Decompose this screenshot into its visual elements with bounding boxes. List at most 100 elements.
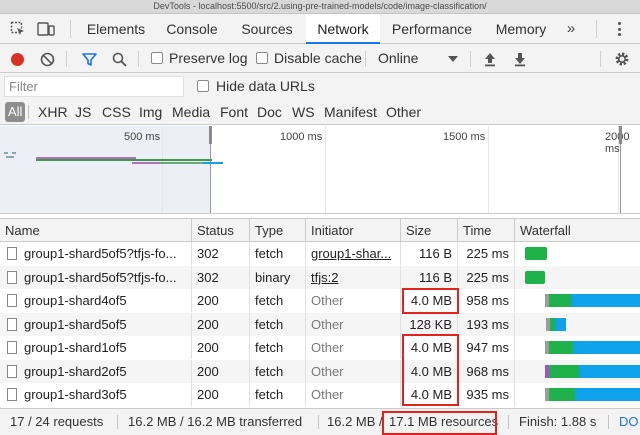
type-filter-ws[interactable]: WS — [292, 102, 315, 122]
type-filter-media[interactable]: Media — [172, 102, 210, 122]
status-bar: 17 / 24 requests 16.2 MB / 16.2 MB trans… — [0, 408, 640, 435]
file-icon — [7, 294, 17, 307]
disable-cache-label[interactable]: Disable cache — [274, 44, 362, 73]
request-name: group1-shard2of5 — [24, 363, 127, 379]
tab-performance[interactable]: Performance — [386, 14, 478, 44]
tab-memory[interactable]: Memory — [488, 14, 554, 44]
name-cell: group1-shard1of5 — [0, 336, 192, 359]
download-icon — [515, 52, 525, 66]
table-row[interactable]: group1-shard5of5?tfjs-fo... 302 binary t… — [0, 265, 640, 289]
chevron-down-icon — [448, 56, 458, 62]
inspect-element-icon[interactable] — [8, 19, 28, 39]
filter-toggle-button[interactable] — [78, 48, 100, 70]
hide-data-urls-checkbox[interactable] — [197, 80, 209, 92]
file-icon — [7, 388, 17, 401]
size-cell: 4.0 MB — [401, 336, 458, 359]
time-cell: 958 ms — [458, 289, 515, 312]
waterfall-bar — [549, 388, 575, 401]
name-cell: group1-shard2of5 — [0, 359, 192, 383]
type-separator — [28, 105, 29, 119]
waterfall-download-bar — [571, 294, 640, 307]
type-filter-js[interactable]: JS — [75, 102, 91, 122]
type-filter-other[interactable]: Other — [386, 102, 421, 122]
type-cell: fetch — [250, 383, 306, 406]
overview-selection-handle[interactable] — [619, 126, 622, 144]
tab-console[interactable]: Console — [156, 14, 228, 44]
tab-elements[interactable]: Elements — [80, 14, 152, 44]
overview-tick-label: 1500 ms — [443, 131, 486, 143]
toolbar-separator — [600, 51, 601, 67]
overview-request-bar — [12, 152, 16, 154]
initiator-link[interactable]: tfjs:2 — [306, 265, 401, 289]
more-tabs-button[interactable]: » — [559, 14, 583, 44]
table-row[interactable]: group1-shard1of5 200 fetch Other 4.0 MB … — [0, 336, 640, 360]
type-filter-font[interactable]: Font — [220, 102, 248, 122]
customize-menu-icon[interactable] — [612, 20, 626, 38]
overview-selection-handle[interactable] — [209, 126, 212, 144]
table-row[interactable]: group1-shard2of5 200 fetch Other 4.0 MB … — [0, 359, 640, 383]
time-cell: 947 ms — [458, 336, 515, 359]
status-cell: 302 — [192, 265, 250, 289]
export-har-button[interactable] — [509, 48, 531, 70]
column-header-time[interactable]: Time — [458, 219, 515, 242]
request-name: group1-shard5of5?tfjs-fo... — [24, 269, 177, 285]
overview-tick-label: 2000 ms — [605, 131, 630, 155]
preserve-log-checkbox[interactable] — [151, 52, 163, 64]
size-cell: 4.0 MB — [401, 289, 458, 312]
upload-icon — [485, 52, 495, 66]
waterfall-cell — [515, 289, 640, 312]
initiator-cell: Other — [306, 336, 401, 359]
type-filter-img[interactable]: Img — [139, 102, 162, 122]
record-button[interactable] — [6, 48, 28, 70]
file-icon — [7, 341, 17, 354]
timeline-overview[interactable]: 500 ms 1000 ms 1500 ms 2000 ms — [0, 126, 640, 214]
column-header-waterfall[interactable]: Waterfall — [515, 219, 640, 242]
waterfall-download-bar — [575, 388, 640, 401]
clear-button[interactable] — [36, 48, 58, 70]
table-row[interactable]: group1-shard3of5 200 fetch Other 4.0 MB … — [0, 383, 640, 407]
network-settings-button[interactable] — [611, 48, 633, 70]
import-har-button[interactable] — [479, 48, 501, 70]
type-filter-doc[interactable]: Doc — [257, 102, 282, 122]
waterfall-bar — [549, 294, 571, 307]
device-toolbar-icon[interactable] — [36, 19, 56, 39]
waterfall-bar — [549, 364, 579, 378]
table-row[interactable]: group1-shard4of5 200 fetch Other 4.0 MB … — [0, 289, 640, 313]
status-cell: 200 — [192, 312, 250, 336]
column-header-name[interactable]: Name — [0, 219, 192, 242]
search-button[interactable] — [108, 48, 130, 70]
type-cell: binary — [250, 265, 306, 289]
overview-tick-label: 500 ms — [124, 131, 161, 143]
time-cell: 935 ms — [458, 383, 515, 406]
window-title: DevTools - localhost:5500/src/2.using-pr… — [0, 0, 640, 14]
disable-cache-checkbox[interactable] — [256, 52, 268, 64]
size-cell: 4.0 MB — [401, 383, 458, 406]
table-row[interactable]: group1-shard5of5?tfjs-fo... 302 fetch gr… — [0, 242, 640, 266]
column-header-type[interactable]: Type — [250, 219, 306, 242]
time-cell: 225 ms — [458, 242, 515, 265]
column-header-initiator[interactable]: Initiator — [306, 219, 401, 242]
table-row[interactable]: group1-shard5of5 200 fetch Other 128 KB … — [0, 312, 640, 336]
preserve-log-label[interactable]: Preserve log — [169, 44, 248, 73]
type-filter-all[interactable]: All — [5, 102, 26, 122]
status-cell: 200 — [192, 289, 250, 312]
time-cell: 193 ms — [458, 312, 515, 336]
initiator-cell: Other — [306, 383, 401, 406]
overview-tick-label: 1000 ms — [280, 131, 323, 143]
size-cell: 128 KB — [401, 312, 458, 336]
column-header-status[interactable]: Status — [192, 219, 250, 242]
dom-content-loaded: DO — [619, 414, 639, 429]
hide-data-urls-label[interactable]: Hide data URLs — [216, 73, 315, 99]
filter-input[interactable]: Filter — [4, 76, 184, 97]
initiator-link[interactable]: group1-shar... — [306, 242, 401, 265]
throttling-select[interactable]: Online — [372, 47, 462, 70]
type-filter-css[interactable]: CSS — [102, 102, 131, 122]
toolbar-separator — [470, 51, 471, 67]
type-filter-xhr[interactable]: XHR — [38, 102, 68, 122]
tab-network[interactable]: Network — [306, 14, 380, 44]
type-filter-manifest[interactable]: Manifest — [324, 102, 377, 122]
requests-table: Name Status Type Initiator Size Time Wat… — [0, 218, 640, 408]
clear-icon — [40, 52, 54, 66]
column-header-size[interactable]: Size — [401, 219, 458, 242]
tab-sources[interactable]: Sources — [232, 14, 302, 44]
